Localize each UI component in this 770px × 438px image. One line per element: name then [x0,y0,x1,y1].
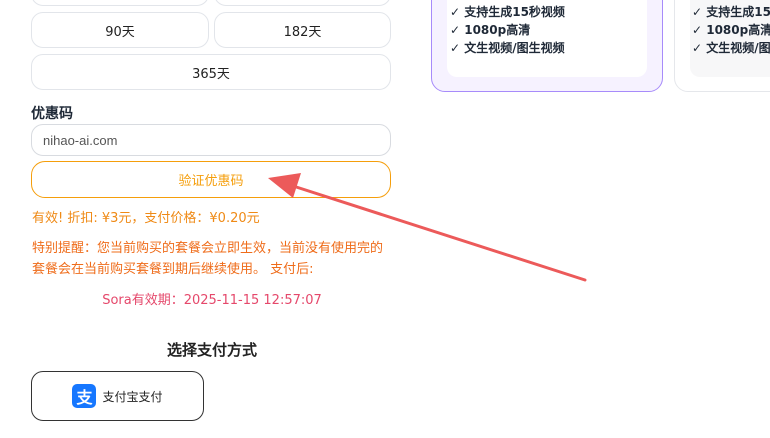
annotation-arrow [268,173,587,282]
arrow-shaft [288,183,587,282]
arrow-head [268,173,301,198]
